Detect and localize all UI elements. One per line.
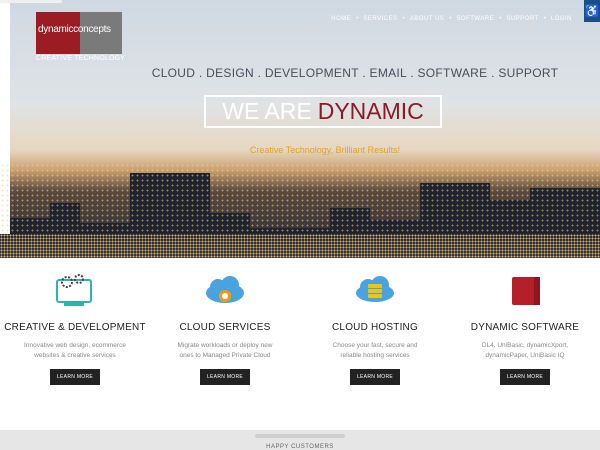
feature-desc-line: dynamicPaper, UniBasic IQ [485, 352, 565, 359]
headline-part2: DYNAMIC [317, 98, 424, 124]
top-edge [0, 0, 62, 3]
bottom-section: HAPPY CUSTOMERS [0, 430, 600, 450]
monitor-gears-icon [0, 262, 150, 320]
nav-separator: • [499, 16, 502, 22]
nav-software[interactable]: SOFTWARE [456, 16, 494, 22]
learn-more-button[interactable]: LEARN MORE [200, 369, 250, 385]
hero-banner: dynamicconcepts CREATIVE TECHNOLOGY HOME… [0, 0, 600, 258]
feature-desc-line: Migrate workloads or deploy new [177, 342, 273, 349]
feature-description: Migrate workloads or deploy new ones to … [150, 341, 300, 361]
feature-desc-line: Innovative web design, ecommerce [24, 342, 126, 349]
hero-headline: WE ARE DYNAMIC [204, 95, 442, 128]
logo[interactable]: dynamicconcepts CREATIVE TECHNOLOGY [36, 12, 126, 64]
feature-dynamic-software: DYNAMIC SOFTWARE DL4, UniBasic, dynamicX… [450, 262, 600, 385]
feature-cloud-hosting: CLOUD HOSTING Choose your fast, secure a… [300, 262, 450, 385]
nav-login[interactable]: LOGIN [551, 16, 572, 22]
learn-more-button[interactable]: LEARN MORE [50, 369, 100, 385]
feature-title: DYNAMIC SOFTWARE [470, 322, 580, 333]
feature-title: CLOUD SERVICES [179, 322, 271, 333]
feature-desc-line: DL4, UniBasic, dynamicXport, [481, 342, 569, 349]
feature-desc-line: reliable hosting services [340, 352, 410, 359]
feature-cloud-services: CLOUD SERVICES Migrate workloads or depl… [150, 262, 300, 385]
feature-title: CLOUD HOSTING [332, 322, 418, 333]
nav-about-us[interactable]: ABOUT US [410, 16, 445, 22]
nav-home[interactable]: HOME [331, 16, 351, 22]
feature-description: Choose your fast, secure and reliable ho… [300, 341, 450, 361]
section-heading: HAPPY CUSTOMERS [266, 444, 334, 450]
nav-separator: • [356, 16, 359, 22]
nav-separator: • [402, 16, 405, 22]
feature-desc-line: Choose your fast, secure and [332, 342, 418, 349]
hero-tagline: CLOUD . DESIGN . DEVELOPMENT . EMAIL . S… [151, 66, 559, 80]
cloud-server-icon [300, 262, 450, 320]
nav-separator: • [543, 16, 546, 22]
logo-tagline: CREATIVE TECHNOLOGY [36, 55, 126, 62]
nav-separator: • [449, 16, 452, 22]
hero-subline: Creative Technology, Brilliant Results! [249, 145, 401, 155]
wheelchair-icon[interactable]: ♿ [584, 0, 600, 22]
feature-description: DL4, UniBasic, dynamicXport, dynamicPape… [450, 341, 600, 361]
nav-services[interactable]: SERVICES [363, 16, 397, 22]
red-square-icon [450, 262, 600, 320]
learn-more-button[interactable]: LEARN MORE [500, 369, 550, 385]
main-nav: HOME • SERVICES • ABOUT US • SOFTWARE • … [331, 16, 572, 22]
feature-desc-line: websites & creative services [34, 352, 116, 359]
nav-support[interactable]: SUPPORT [506, 16, 538, 22]
learn-more-button[interactable]: LEARN MORE [350, 369, 400, 385]
feature-creative: CREATIVE & DEVELOPMENT Innovative web de… [0, 262, 150, 385]
cloud-gear-icon [150, 262, 300, 320]
divider [255, 434, 345, 438]
city-skyline [0, 163, 600, 258]
headline-part1: WE ARE [222, 98, 312, 124]
feature-desc-line: ones to Managed Private Cloud [179, 352, 271, 359]
features-section: CREATIVE & DEVELOPMENT Innovative web de… [0, 262, 600, 430]
logo-name: dynamicconcepts [38, 24, 111, 35]
feature-title: CREATIVE & DEVELOPMENT [4, 322, 146, 333]
feature-description: Innovative web design, ecommerce website… [0, 341, 150, 361]
